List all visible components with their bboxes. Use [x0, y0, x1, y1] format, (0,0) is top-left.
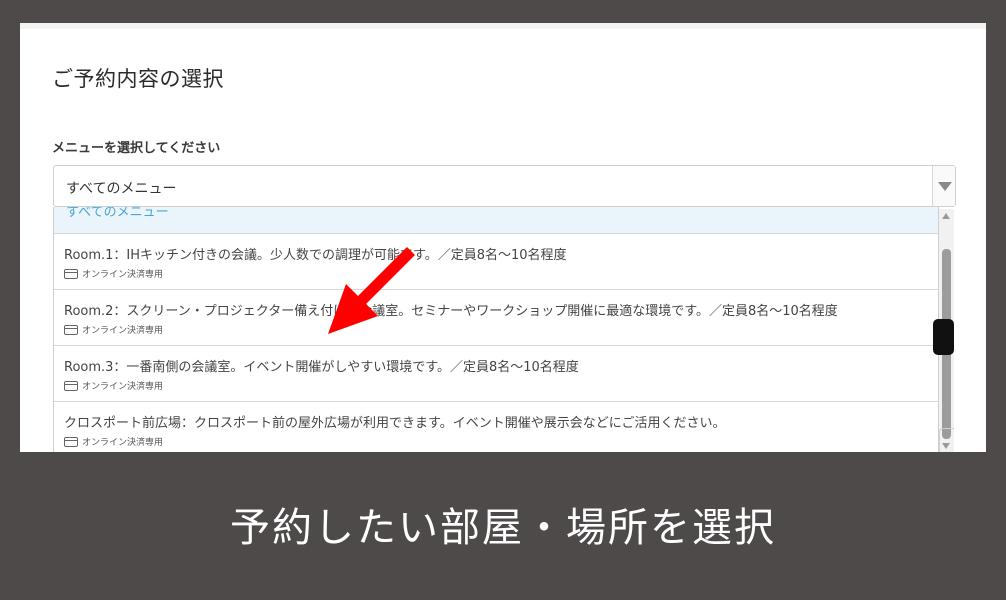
caption-text: 予約したい部屋・場所を選択	[230, 505, 776, 551]
reservation-panel: ご予約内容の選択 メニューを選択してください すべてのメニュー すべてのメニュー…	[20, 23, 986, 452]
red-pointer-arrow	[328, 247, 420, 334]
arrow-shape	[328, 247, 420, 334]
